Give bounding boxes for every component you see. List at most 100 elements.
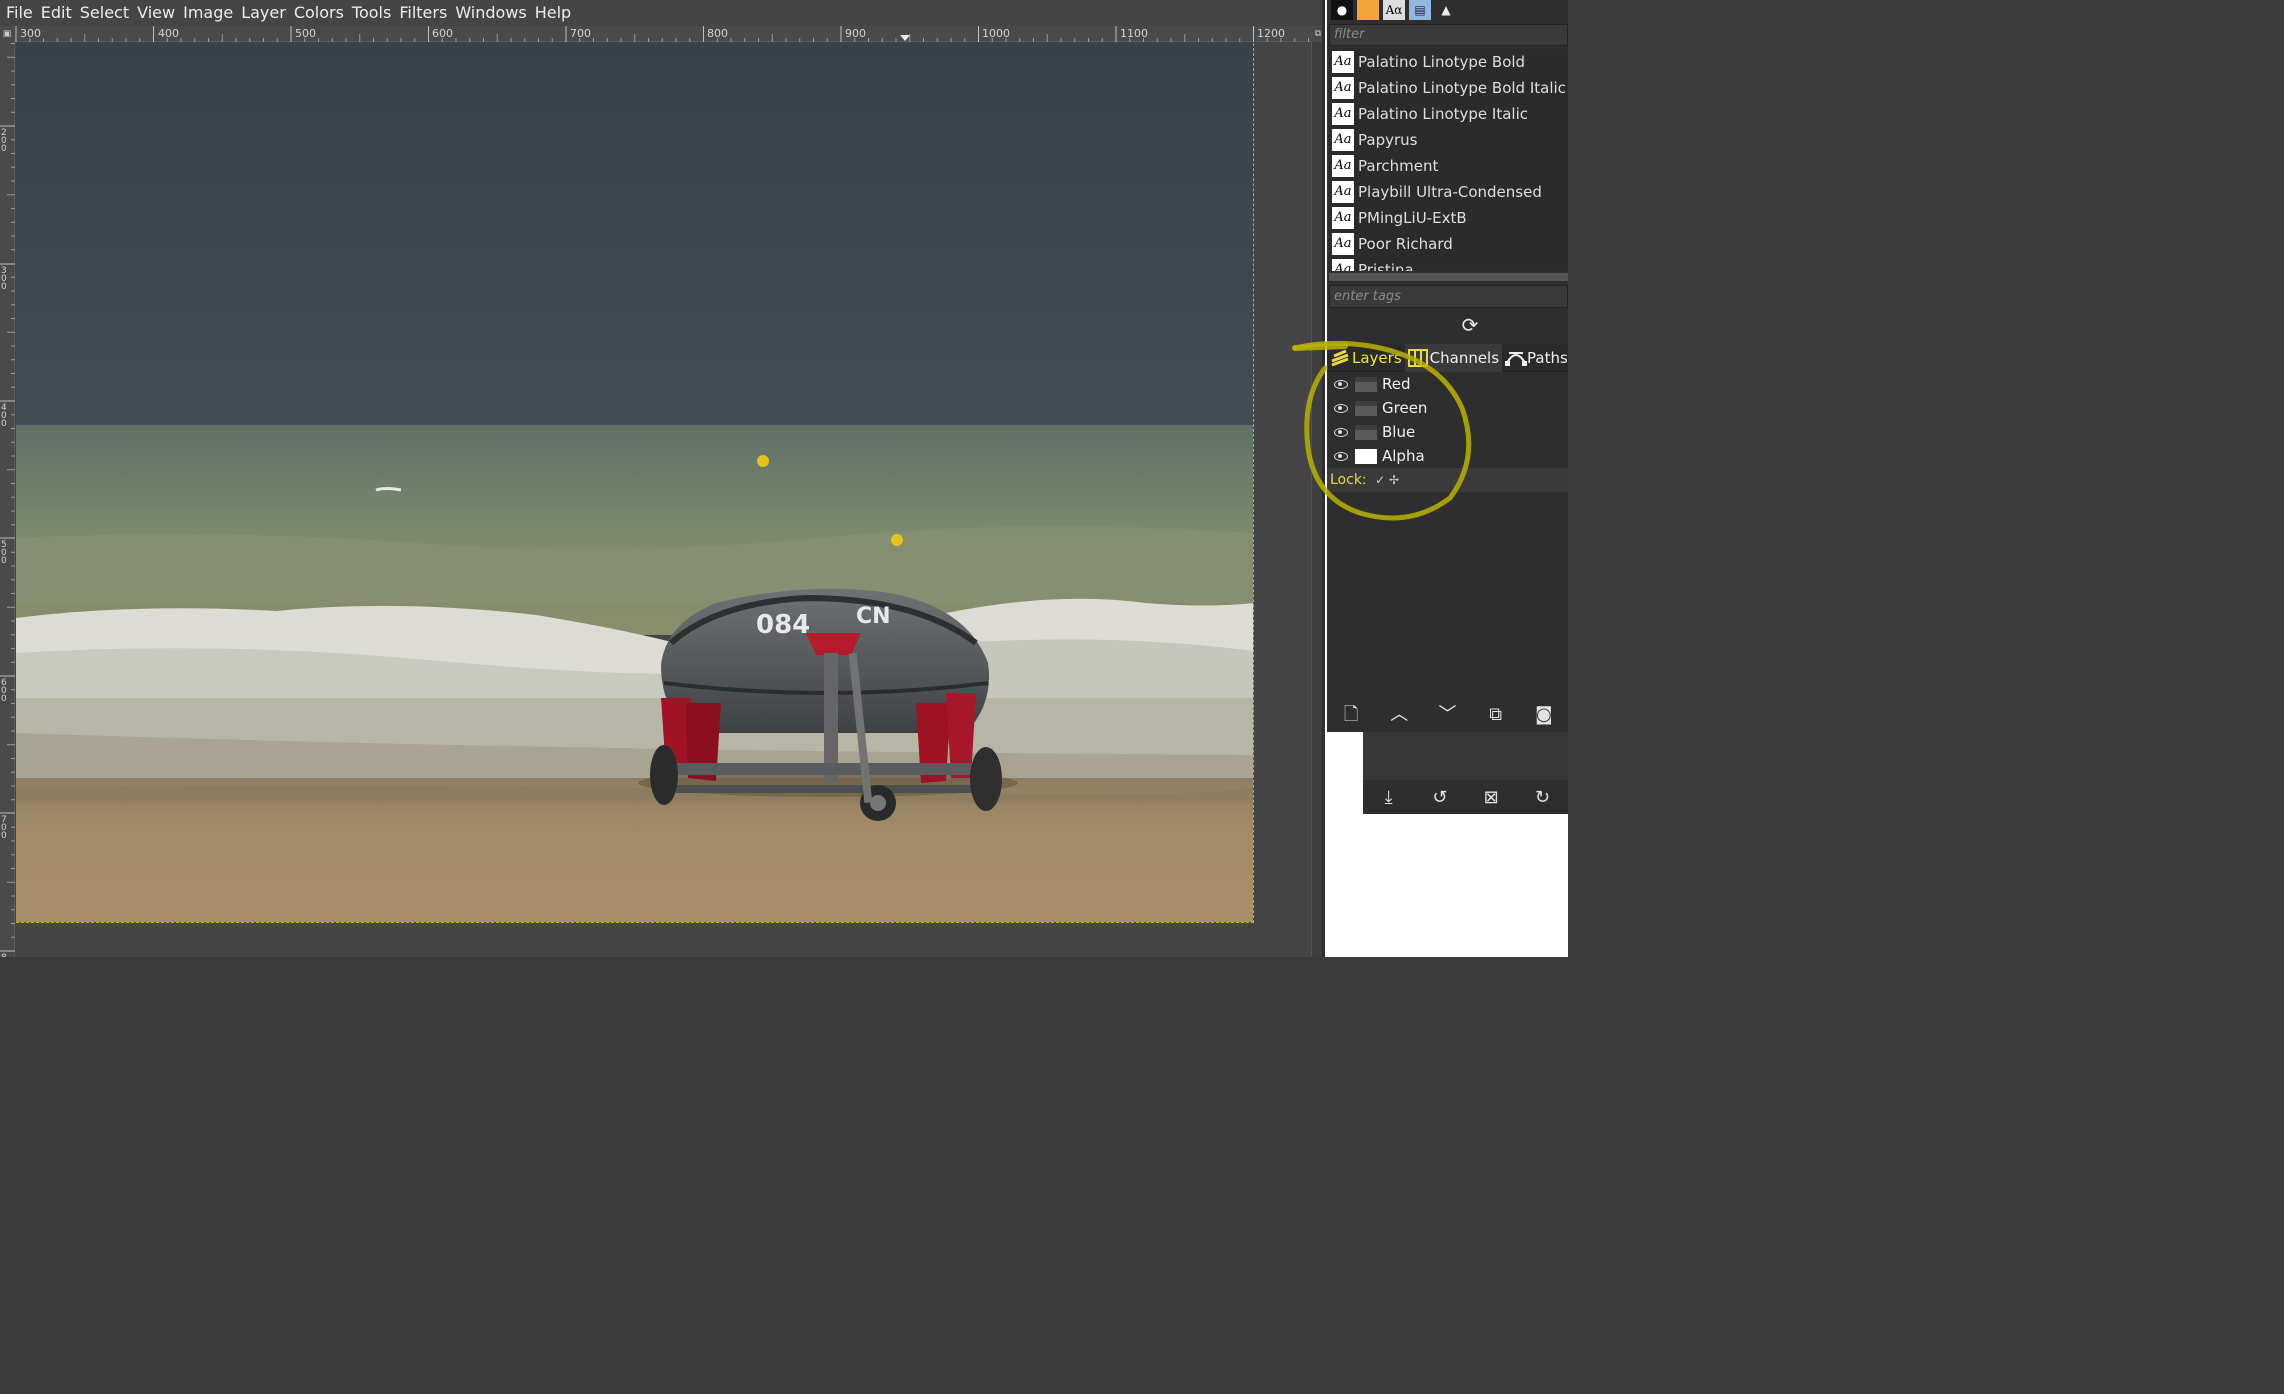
font-tags-input[interactable]: enter tags: [1329, 285, 1568, 308]
menu-file[interactable]: File: [2, 0, 37, 25]
brush-tab-icon[interactable]: ●: [1331, 0, 1353, 20]
menu-select[interactable]: Select: [76, 0, 133, 25]
horizontal-ruler[interactable]: 300 400 500 600 700 800 900 1000 1100 12…: [14, 26, 1311, 42]
menu-help[interactable]: Help: [531, 0, 575, 25]
font-filter-input[interactable]: filter: [1329, 24, 1568, 46]
channel-name: Blue: [1382, 423, 1416, 441]
refresh-fonts-icon[interactable]: ⟳: [1459, 313, 1481, 337]
visibility-eye-icon[interactable]: [1334, 427, 1348, 437]
channel-row-alpha[interactable]: Alpha: [1327, 444, 1568, 468]
font-list-scrollbar[interactable]: [1329, 273, 1568, 281]
font-name: Palatino Linotype Bold Italic: [1358, 79, 1566, 97]
fonts-panel: ● Aα ▤ ▲ filter Aa Palatino Linotype Bold…: [1327, 0, 1568, 344]
visibility-eye-icon[interactable]: [1334, 451, 1348, 461]
font-preview-icon: Aa: [1332, 155, 1354, 177]
channels-icon: [1407, 348, 1428, 367]
restore-options-icon[interactable]: ↺: [1432, 786, 1447, 810]
vruler-ticks: 200 300 400 500 600 700 80: [0, 43, 15, 957]
font-preview-icon: Aa: [1332, 129, 1354, 151]
font-list-item[interactable]: Aa Papyrus: [1329, 127, 1568, 153]
menu-image[interactable]: Image: [179, 0, 237, 25]
font-name: Pristina: [1358, 261, 1414, 271]
dock-tab-strip: ● Aα ▤ ▲: [1331, 0, 1457, 20]
channel-to-selection-icon[interactable]: ◙: [1532, 703, 1556, 727]
menu-edit[interactable]: Edit: [37, 0, 76, 25]
font-list-item[interactable]: Aa Playbill Ultra-Condensed: [1329, 179, 1568, 205]
font-list-item[interactable]: Aa Palatino Linotype Bold: [1329, 49, 1568, 75]
font-list-item[interactable]: Aa PMingLiU-ExtB: [1329, 205, 1568, 231]
font-name: Poor Richard: [1358, 235, 1453, 253]
channel-thumbnail: [1355, 400, 1377, 416]
font-list-item[interactable]: Aa Pristina: [1329, 257, 1568, 271]
visibility-eye-icon[interactable]: [1334, 403, 1348, 413]
image-canvas-area[interactable]: ▣ 300 400 500 600 700 800 900 1000 1100 …: [0, 25, 1325, 957]
image-photo-beach-boat[interactable]: 084 CN: [16, 43, 1254, 923]
pointer-tab-icon[interactable]: ▲: [1435, 0, 1457, 20]
layers-channels-panel: Layers Channels Paths Red Green Blue Alp…: [1327, 343, 1568, 732]
save-options-icon[interactable]: ⤓: [1381, 786, 1396, 810]
font-list-item[interactable]: Aa Parchment: [1329, 153, 1568, 179]
channel-list: Red Green Blue Alpha: [1327, 372, 1568, 468]
visibility-eye-icon[interactable]: [1334, 379, 1348, 389]
channel-row-blue[interactable]: Blue: [1327, 420, 1568, 444]
font-list-item[interactable]: Aa Palatino Linotype Italic: [1329, 101, 1568, 127]
font-preview-icon: Aa: [1332, 181, 1354, 203]
tool-options-area: [1363, 732, 1568, 780]
new-channel-icon[interactable]: 🗋: [1339, 703, 1363, 727]
tab-paths-label: Paths: [1527, 348, 1568, 367]
ruler-ticks: [15, 26, 1309, 42]
channel-name: Green: [1382, 399, 1428, 417]
channel-thumbnail: [1355, 448, 1377, 464]
svg-text:0: 0: [1, 419, 7, 429]
duplicate-channel-icon[interactable]: ⧉: [1484, 703, 1508, 727]
vertical-ruler[interactable]: 200 300 400 500 600 700 80: [0, 42, 15, 957]
font-preview-icon: Aa: [1332, 77, 1354, 99]
panel-tab-strip: Layers Channels Paths: [1327, 343, 1568, 372]
lock-toggle-icons[interactable]: ✓ ✢: [1375, 473, 1399, 487]
font-preview-icon: Aa: [1332, 103, 1354, 125]
reset-options-icon[interactable]: ↻: [1535, 786, 1550, 810]
menu-windows[interactable]: Windows: [451, 0, 530, 25]
quick-mask-toggle[interactable]: ▣: [0, 26, 14, 42]
font-list-item[interactable]: Aa Palatino Linotype Bold Italic: [1329, 75, 1568, 101]
channel-name: Red: [1382, 375, 1411, 393]
channel-row-green[interactable]: Green: [1327, 396, 1568, 420]
font-list[interactable]: Aa Palatino Linotype Bold Aa Palatino Lino…: [1329, 49, 1568, 271]
raise-channel-icon[interactable]: ︿: [1387, 703, 1411, 727]
tool-options-dock: ⤓ ↺ ⊠ ↻: [1363, 732, 1568, 814]
channel-thumbnail: [1355, 424, 1377, 440]
font-preview-icon: Aa: [1332, 51, 1354, 73]
font-name: Palatino Linotype Italic: [1358, 105, 1528, 123]
menu-view[interactable]: View: [133, 0, 179, 25]
gradient-tab-icon[interactable]: [1357, 0, 1379, 20]
menu-layer[interactable]: Layer: [237, 0, 290, 25]
svg-text:8: 8: [1, 953, 7, 957]
menu-tools[interactable]: Tools: [348, 0, 395, 25]
tool-options-button-bar: ⤓ ↺ ⊠ ↻: [1363, 784, 1568, 812]
menubar: File Edit Select View Image Layer Colors…: [0, 0, 1325, 25]
tab-channels-label: Channels: [1429, 348, 1500, 367]
svg-text:0: 0: [1, 556, 7, 566]
tab-layers-label: Layers: [1352, 348, 1402, 367]
channel-row-red[interactable]: Red: [1327, 372, 1568, 396]
font-name: PMingLiU-ExtB: [1358, 209, 1467, 227]
font-preview-icon: Aa: [1332, 233, 1354, 255]
font-tab-icon[interactable]: Aα: [1383, 0, 1405, 20]
tab-channels[interactable]: Channels: [1404, 343, 1503, 372]
lower-channel-icon[interactable]: ﹀: [1435, 703, 1459, 727]
tab-paths[interactable]: Paths: [1502, 344, 1568, 372]
lock-label: Lock:: [1330, 472, 1367, 488]
delete-options-icon[interactable]: ⊠: [1484, 786, 1499, 810]
tab-layers[interactable]: Layers: [1327, 344, 1405, 372]
svg-text:0: 0: [1, 831, 7, 841]
channel-name: Alpha: [1382, 447, 1425, 465]
svg-text:0: 0: [1, 282, 7, 292]
font-preview-icon: Aa: [1332, 207, 1354, 229]
menu-filters[interactable]: Filters: [395, 0, 451, 25]
document-tab-icon[interactable]: ▤: [1409, 0, 1431, 20]
channel-thumbnail: [1355, 376, 1377, 392]
font-list-item[interactable]: Aa Poor Richard: [1329, 231, 1568, 257]
menu-colors[interactable]: Colors: [290, 0, 348, 25]
layers-icon: [1330, 349, 1350, 367]
channel-list-empty-area[interactable]: [1327, 492, 1568, 697]
